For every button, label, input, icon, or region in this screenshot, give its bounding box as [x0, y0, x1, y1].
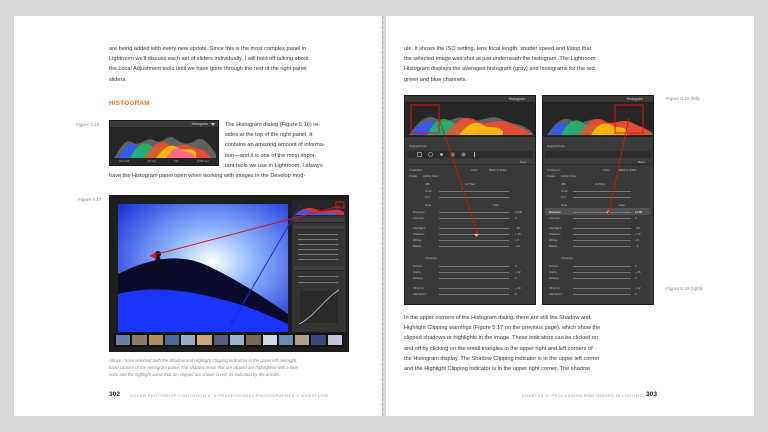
left-intro-paragraph: are being added with every new update. S…: [109, 44, 367, 85]
caption-line: color and the highlight areas that are c…: [109, 372, 281, 378]
text-line: clipped shadows or highlights in the ima…: [404, 335, 598, 342]
annotation-arrow: [438, 117, 479, 235]
aperture-readout: f/11: [174, 159, 179, 163]
photo-mountain-biker: [118, 204, 288, 332]
text-line: contains an amazing amount of informa-: [225, 142, 325, 149]
develop-panel-figure-5-18: Histogram Original Photo Basic Treatment…: [404, 95, 536, 305]
mini-histogram: [292, 200, 346, 216]
develop-module-screenshot: [109, 195, 349, 352]
text-line: sliders.: [109, 76, 127, 83]
filmstrip-thumbnail[interactable]: [148, 335, 163, 345]
left-page: are being added with every new update. S…: [14, 16, 382, 416]
section-heading-histogram: HISTOGRAM: [109, 100, 150, 107]
text-line: In the upper corners of the Histogram di…: [404, 315, 591, 321]
filmstrip-thumbnail[interactable]: [197, 335, 212, 345]
tone-curve-graph: [299, 290, 339, 324]
text-line: ule. It shows the ISO setting, lens foca…: [404, 46, 592, 52]
filmstrip-thumbnail[interactable]: [213, 335, 228, 345]
slider-track: [298, 234, 338, 235]
text-line: The Histogram dialog (Figure 5.16) re-: [225, 122, 321, 128]
text-line: Histogram displays the averaged histogra…: [404, 66, 597, 73]
figure-label-5-18: Figure 5.18 (left): [666, 96, 700, 101]
filmstrip-thumbnail[interactable]: [295, 335, 310, 345]
text-line: sides at the top of the right panel. It: [225, 132, 313, 139]
figure-5-17-caption: Above I have selected both the Shadow an…: [109, 357, 367, 379]
filmstrip-thumbnail[interactable]: [311, 335, 326, 345]
filmstrip-thumbnail[interactable]: [246, 335, 261, 345]
histogram-side-paragraph: The Histogram dialog (Figure 5.16) re- s…: [225, 120, 367, 171]
panel-row: [294, 225, 344, 230]
histogram-readout: ISO 100 24 mm f/11 1/160 sec: [110, 159, 218, 165]
filmstrip-thumbnail[interactable]: [278, 335, 294, 345]
text-line: Lightroom we'll discuss each set of slid…: [109, 56, 309, 63]
filmstrip-thumbnail[interactable]: [164, 335, 180, 345]
figure-label-5-19: Figure 5.19 (right): [666, 286, 703, 291]
page-number-left: 302: [109, 391, 121, 398]
text-line: the Local Adjustment tools until we have…: [109, 66, 307, 73]
annotation-arrow: [607, 117, 630, 215]
filmstrip-thumbnail[interactable]: [132, 335, 147, 345]
text-line: Highlight Clipping warnings (Figure 5.17…: [404, 325, 601, 332]
text-line: green and blue channels.: [404, 76, 467, 83]
filmstrip-thumbnail[interactable]: [327, 335, 342, 345]
slider-track: [298, 239, 338, 240]
histogram-full-line: have the Histogram panel open when worki…: [109, 171, 367, 181]
text-line: the Histogram display. The Shadow Clippi…: [404, 355, 600, 362]
collapse-triangle-icon: [211, 123, 215, 126]
slider-track: [298, 282, 338, 283]
focal-length-readout: 24 mm: [147, 159, 157, 163]
caption-line: hand corners of the Histogram panel. The…: [109, 365, 298, 371]
filmstrip-thumbnail[interactable]: [229, 335, 245, 345]
running-footer-left: ADOBE PHOTOSHOP LIGHTROOM 4: A PROFESSIO…: [130, 393, 329, 398]
histogram-header: Histogram: [110, 121, 218, 128]
slider-track: [298, 254, 338, 255]
histogram-graph: [110, 128, 218, 160]
page-gutter: [382, 16, 383, 416]
slider-track: [298, 276, 338, 277]
slider-track: [298, 244, 338, 245]
develop-right-panel: [292, 200, 346, 332]
text-line: tant tools we use in Lightroom. I always: [225, 162, 323, 169]
filmstrip-thumbnail[interactable]: [262, 335, 277, 345]
figure-label-5-16: Figure 5.16: [76, 122, 100, 127]
right-intro-paragraph: ule. It shows the ISO setting, lens foca…: [404, 44, 660, 85]
text-line: and the Highlight Clipping indicator is …: [404, 366, 591, 373]
filmstrip: [114, 333, 344, 347]
develop-panel-figure-5-19: Histogram Original Photo Basic Treatment…: [542, 95, 654, 305]
panel-row: [294, 218, 344, 223]
figure-label-5-17: Figure 5.17: [78, 197, 102, 202]
filmstrip-thumbnail[interactable]: [181, 335, 196, 345]
text-line: are being added with every new update. S…: [109, 46, 307, 52]
caption-line: Above I have selected both the Shadow an…: [109, 358, 297, 363]
text-line: the selected image was shot at just unde…: [404, 56, 596, 63]
panel-row: [294, 266, 344, 271]
page-number-right: 303: [646, 391, 658, 398]
text-line: have the Histogram panel open when worki…: [109, 173, 306, 179]
iso-readout: ISO 100: [119, 159, 130, 163]
running-footer-right: CHAPTER 5: PROCESSING RAW IMAGES IN LIGH…: [522, 393, 651, 398]
shutter-readout: 1/160 sec: [196, 159, 209, 163]
filmstrip-thumbnail[interactable]: [116, 335, 131, 345]
histogram-title: Histogram: [191, 122, 208, 126]
text-line: tion—and it is one of the most impor-: [225, 152, 317, 159]
right-page: ule. It shows the ISO setting, lens foca…: [386, 16, 754, 416]
slider-track: [298, 259, 338, 260]
histogram-panel-image: Histogram ISO 100 24 mm f/11 1/160 sec: [109, 120, 219, 166]
slider-track: [298, 249, 338, 250]
right-body-paragraph: In the upper corners of the Histogram di…: [404, 313, 660, 374]
text-line: and off by clicking on the small triangl…: [404, 345, 593, 352]
